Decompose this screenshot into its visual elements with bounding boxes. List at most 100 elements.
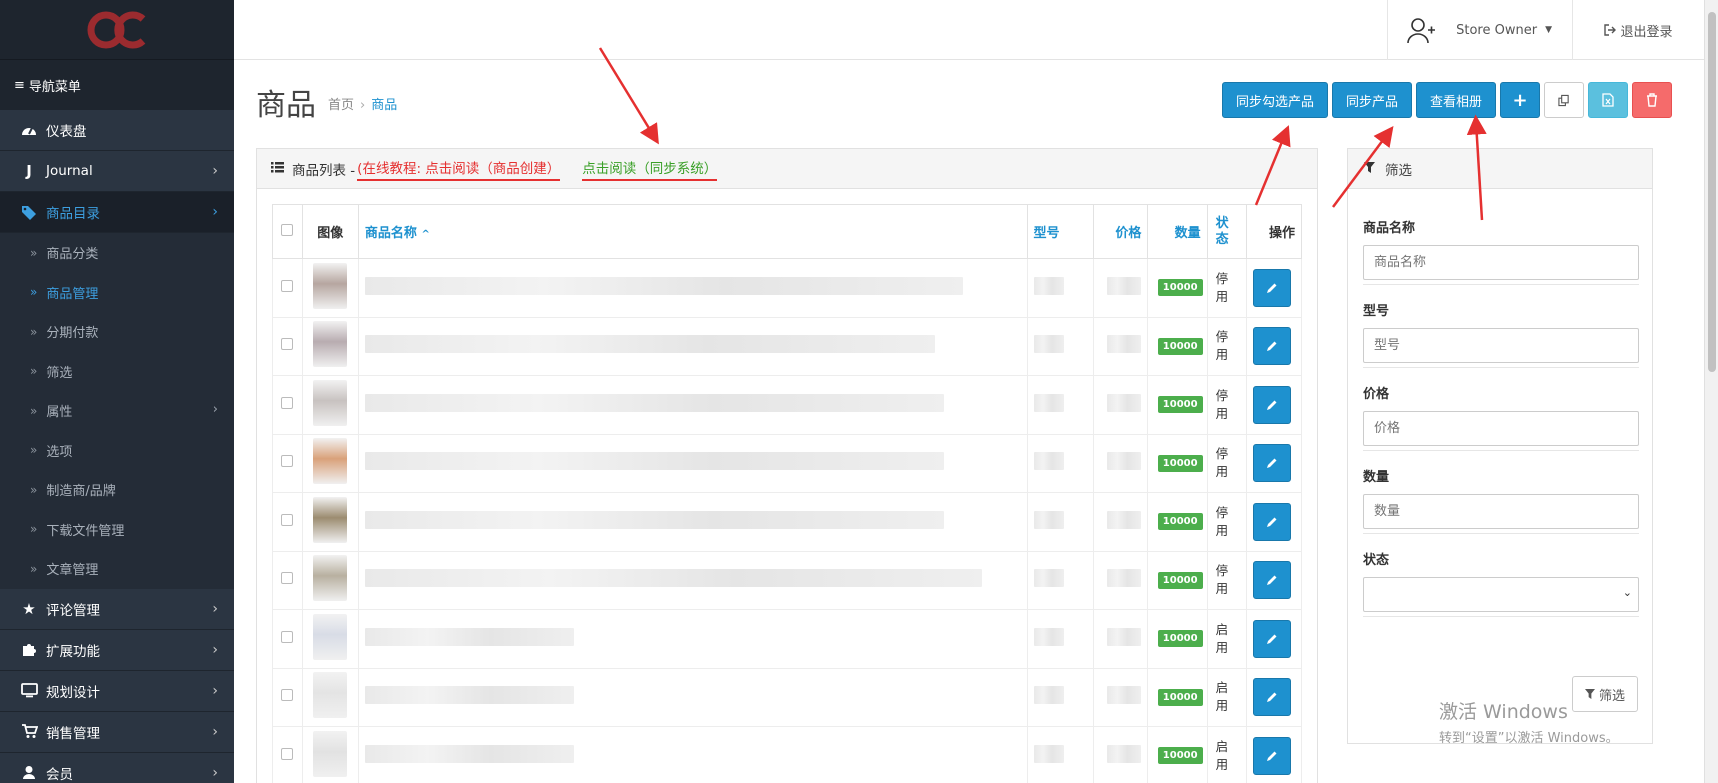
edit-button[interactable]	[1252, 444, 1291, 483]
sidebar-subitem-options[interactable]: » 选项	[0, 430, 234, 470]
edit-button[interactable]	[1252, 678, 1291, 717]
sidebar-item-extensions[interactable]: 扩展功能 ›	[0, 629, 234, 671]
product-name-blurred	[364, 393, 945, 412]
user-icon	[18, 765, 40, 780]
row-checkbox[interactable]	[281, 689, 294, 702]
edit-button[interactable]	[1252, 736, 1291, 775]
row-checkbox[interactable]	[281, 630, 294, 643]
sidebar-item-reviews[interactable]: ★ 评论管理 ›	[0, 588, 234, 630]
row-checkbox[interactable]	[281, 396, 294, 409]
windows-activation-watermark: 激活 Windows 转到“设置”以激活 Windows。	[1439, 697, 1619, 746]
row-checkbox[interactable]	[281, 338, 294, 351]
row-select-cell	[272, 492, 303, 552]
plus-icon: +	[1512, 89, 1528, 111]
logo[interactable]	[0, 0, 234, 60]
scrollbar-thumb[interactable]	[1708, 12, 1716, 372]
toolbar: 同步勾选产品 同步产品 查看相册 +	[1221, 82, 1672, 118]
column-price[interactable]: 价格	[1093, 204, 1149, 259]
filter-name-input[interactable]	[1363, 245, 1639, 280]
filter-model-input[interactable]	[1363, 328, 1639, 363]
double-chevron-icon: »	[30, 285, 38, 300]
product-name-blurred	[364, 335, 935, 354]
sidebar-subitem-downloads[interactable]: » 下载文件管理	[0, 509, 234, 549]
product-quantity-cell: 10000	[1147, 375, 1208, 435]
divider	[1363, 367, 1639, 368]
sidebar-item-design[interactable]: 规划设计 ›	[0, 670, 234, 712]
product-name-blurred	[364, 276, 964, 295]
filter-panel: 筛选 商品名称 型号 价格 数量 状态 ⌄	[1347, 148, 1653, 744]
column-status[interactable]: 状态	[1206, 204, 1247, 259]
sidebar-subitem-filters[interactable]: » 筛选	[0, 351, 234, 391]
sidebar-subitem-manufacturers[interactable]: » 制造商/品牌	[0, 470, 234, 510]
sidebar-subitem-label: 选项	[46, 444, 73, 460]
page-scrollbar[interactable]	[1704, 0, 1718, 783]
edit-button[interactable]	[1252, 268, 1291, 307]
column-name[interactable]: 商品名称 ^	[357, 204, 1028, 259]
edit-button[interactable]	[1252, 327, 1291, 366]
filter-model-group: 型号	[1363, 300, 1639, 363]
filter-status-select[interactable]: ⌄	[1363, 577, 1639, 612]
view-album-button[interactable]: 查看相册	[1415, 82, 1496, 118]
breadcrumb-home[interactable]: 首页	[328, 98, 354, 113]
edit-button[interactable]	[1252, 502, 1291, 541]
chevron-right-icon: ›	[212, 600, 218, 617]
main-content: 商品 首页 › 商品 同步勾选产品 同步产品 查看相册 + 商品列表 - (在线教程…	[234, 60, 1704, 783]
row-checkbox[interactable]	[281, 455, 294, 468]
product-name-cell	[357, 433, 1028, 493]
row-select-cell	[272, 667, 303, 727]
copy-button[interactable]	[1544, 82, 1584, 118]
select-all-checkbox[interactable]	[281, 223, 294, 236]
sync-tutorial-link[interactable]: 点击阅读（同步系统）	[582, 157, 718, 181]
chevron-right-icon: ›	[212, 402, 218, 417]
column-action: 操作	[1245, 204, 1303, 259]
row-select-cell	[272, 550, 303, 610]
user-menu[interactable]: Store Owner ▼	[1387, 0, 1572, 60]
product-model-cell	[1026, 492, 1095, 552]
sidebar-subitem-products[interactable]: » 商品管理	[0, 272, 234, 312]
product-price-blurred	[1107, 393, 1142, 412]
product-list-panel: 商品列表 - (在线教程: 点击阅读（商品创建） 点击阅读（同步系统） 图像 商…	[256, 148, 1318, 783]
column-name-label: 商品名称	[364, 226, 417, 241]
sidebar-item-dashboard[interactable]: 仪表盘	[0, 110, 234, 151]
filter-quantity-input[interactable]	[1363, 494, 1639, 529]
row-checkbox[interactable]	[281, 513, 294, 526]
sidebar-subitem-label: 分期付款	[46, 326, 99, 342]
row-checkbox[interactable]	[281, 747, 294, 760]
pencil-icon	[1266, 400, 1277, 410]
status-text: 启用	[1215, 621, 1229, 655]
product-price-blurred	[1107, 510, 1142, 529]
filter-price-input[interactable]	[1363, 411, 1639, 446]
sidebar-item-sales[interactable]: 销售管理 ›	[0, 711, 234, 753]
product-price-cell	[1093, 667, 1149, 727]
edit-button[interactable]	[1252, 619, 1291, 658]
sidebar-subitem-installments[interactable]: » 分期付款	[0, 312, 234, 352]
delete-button[interactable]	[1632, 82, 1672, 118]
sidebar-item-customers[interactable]: 会员 ›	[0, 752, 234, 783]
edit-button[interactable]	[1252, 561, 1291, 600]
sidebar-subitem-attributes[interactable]: » 属性 ›	[0, 391, 234, 431]
sync-selected-button[interactable]: 同步勾选产品	[1221, 82, 1328, 118]
sidebar-subitem-category[interactable]: » 商品分类	[0, 233, 234, 273]
sync-products-button[interactable]: 同步产品	[1331, 82, 1412, 118]
filter-status-group: 状态 ⌄	[1363, 549, 1639, 612]
add-button[interactable]: +	[1500, 82, 1540, 118]
product-model-blurred	[1033, 744, 1064, 763]
export-button[interactable]	[1588, 82, 1628, 118]
logout-link[interactable]: 退出登录	[1572, 0, 1704, 60]
divider	[1363, 533, 1639, 534]
tutorial-link[interactable]: (在线教程: 点击阅读（商品创建）	[357, 157, 561, 181]
product-image	[313, 262, 348, 309]
product-image	[313, 379, 348, 426]
sidebar-item-journal[interactable]: J Journal ›	[0, 151, 234, 192]
sidebar-subitem-label: 文章管理	[46, 563, 99, 579]
product-quantity-cell: 10000	[1147, 667, 1208, 727]
column-quantity[interactable]: 数量	[1147, 204, 1208, 259]
breadcrumb-current[interactable]: 商品	[371, 98, 397, 113]
column-model[interactable]: 型号	[1026, 204, 1095, 259]
edit-button[interactable]	[1252, 385, 1291, 424]
sidebar-subitem-articles[interactable]: » 文章管理	[0, 549, 234, 589]
row-checkbox[interactable]	[281, 572, 294, 585]
product-name-blurred	[364, 627, 574, 646]
sidebar-item-catalog[interactable]: 商品目录 ›	[0, 192, 234, 233]
row-checkbox[interactable]	[281, 279, 294, 292]
